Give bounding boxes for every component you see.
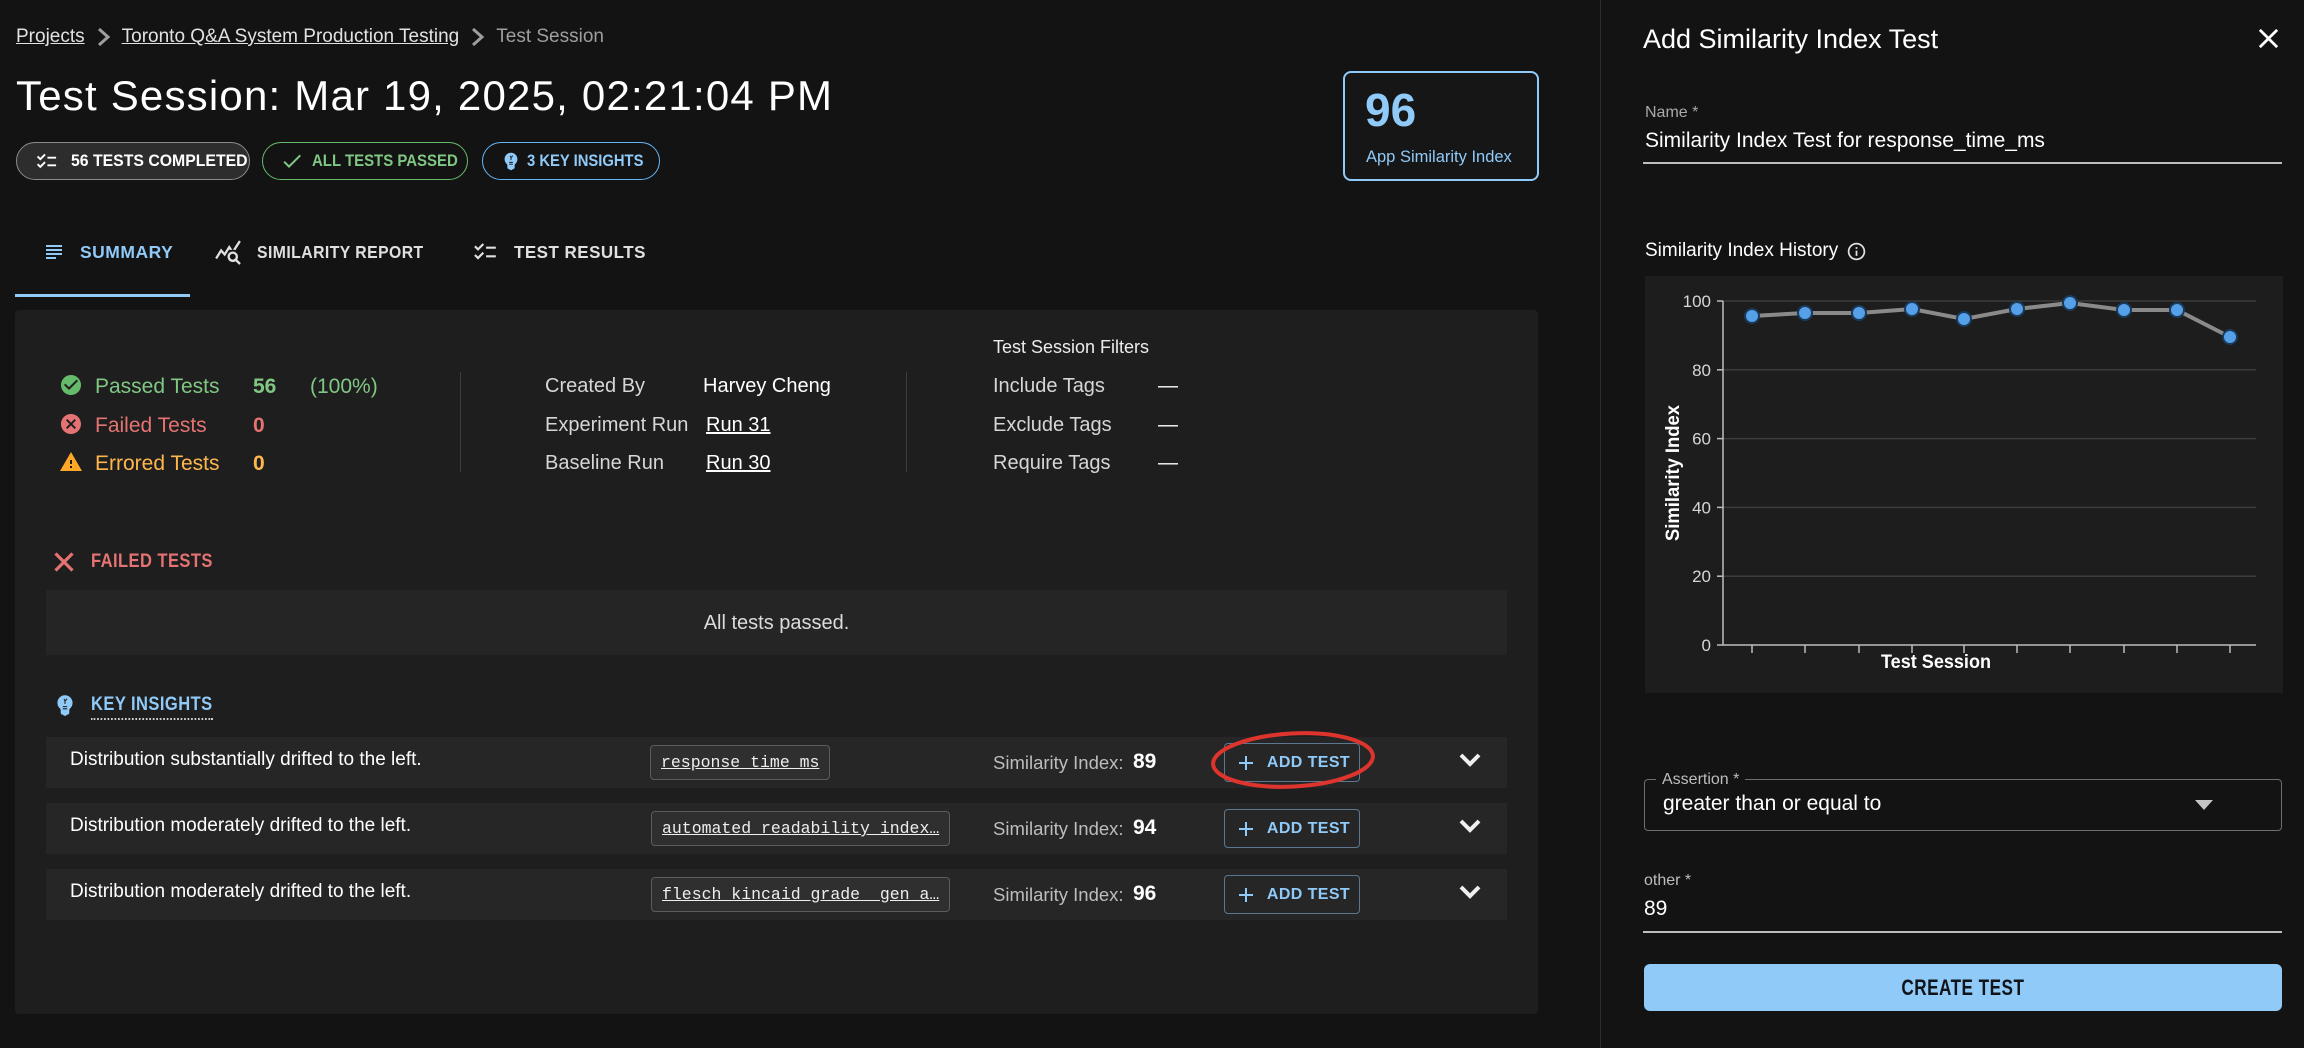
- svg-text:60: 60: [1692, 430, 1711, 449]
- svg-text:Similarity Index: Similarity Index: [1663, 405, 1684, 541]
- svg-text:40: 40: [1692, 498, 1711, 517]
- svg-text:100: 100: [1683, 292, 1711, 311]
- svg-text:Test Session: Test Session: [1881, 652, 1991, 673]
- svg-text:0: 0: [1702, 636, 1711, 655]
- svg-text:20: 20: [1692, 567, 1711, 586]
- svg-text:80: 80: [1692, 361, 1711, 380]
